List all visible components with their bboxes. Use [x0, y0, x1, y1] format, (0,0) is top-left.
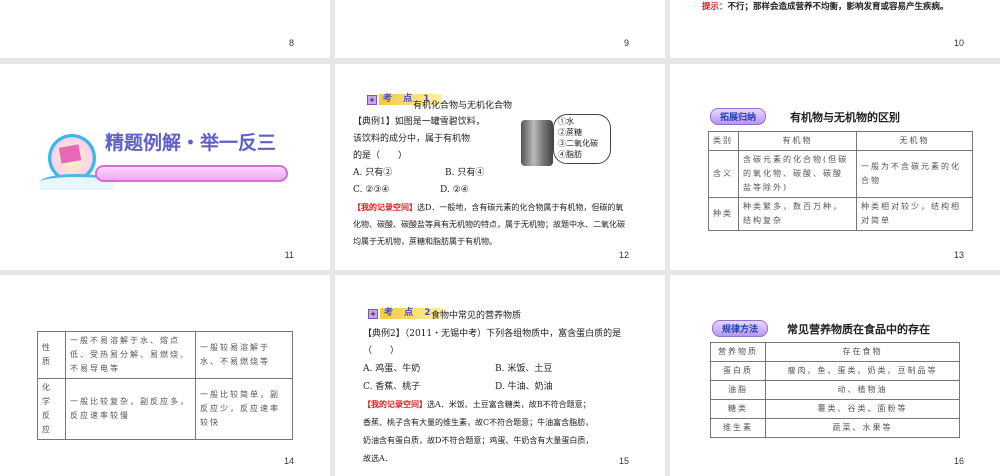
soda-can-image: [521, 120, 553, 166]
answer-label: 【我的记录空间】: [353, 202, 417, 212]
table-header: 营养物质: [710, 342, 766, 362]
option-d: D. ②④: [440, 185, 469, 195]
option-a: A. 鸡蛋、牛奶: [363, 364, 421, 374]
slide-thumbnail-9[interactable]: 9: [335, 0, 665, 58]
bubble-item: ④脂肪: [558, 150, 582, 159]
table-cell: 动、植物油: [765, 380, 960, 400]
option-b: B. 只有④: [445, 168, 485, 178]
question-line: 该饮料的成分中，属于有机物: [353, 134, 471, 144]
method-badge: 规律方法: [712, 320, 769, 337]
table-cell: 一般为不含碳元素的化合物: [856, 150, 973, 198]
book-logo-icon: [40, 134, 114, 192]
table-cell: 种类: [708, 197, 739, 231]
option-a: A. 只有②: [353, 168, 393, 178]
answer-line: 故选A．: [363, 454, 393, 463]
table-cell: 一般比较简单，副反应少，反应速率较快: [195, 378, 293, 440]
table-cell: 含碳元素的化合物(但碳的氧化物、碳酸、碳酸盐等除外): [738, 150, 857, 198]
slide-number: 8: [288, 38, 294, 48]
answer-line: 均属于无机物，蔗糖和脂肪属于有机物。: [353, 237, 497, 246]
table-cell: 糖类: [710, 399, 766, 419]
slide-thumbnail-12[interactable]: + 考 点 1 有机化合物与无机化合物 【典例1】如图是一罐雪碧饮料， 该饮料的成…: [335, 64, 665, 270]
section-title: 精题例解・举一反三: [105, 132, 277, 154]
answer-line: 奶油含有蛋白质，故D不符合题意；鸡蛋、牛奶含有大量蛋白质，: [363, 436, 594, 445]
slide-number: 16: [953, 456, 964, 466]
slide-title: 常见营养物质在食品中的存在: [787, 323, 930, 336]
table-cell: 瘦肉、鱼、蛋类、奶类、豆制品等: [765, 361, 960, 381]
table-cell: 薯类、谷类、面粉等: [765, 399, 960, 419]
table-cell: 一般较易溶解于水、不易燃烧等: [195, 331, 293, 379]
nutrient-table: 营养物质 存在食物 蛋白质 瘦肉、鱼、蛋类、奶类、豆制品等 油脂 动、植物油 糖类 薯类…: [710, 342, 960, 438]
hint-label: 提示：: [702, 2, 728, 12]
table-cell: 含义: [708, 150, 739, 198]
question-line: 【典例2】（2011・无锡中考）下列各组物质中，富含蛋白质的是: [363, 329, 622, 339]
slide-number: 12: [618, 250, 629, 260]
slide-number: 11: [284, 250, 294, 260]
bubble-item: ③二氧化碳: [558, 139, 598, 148]
table-cell: 蛋白质: [710, 361, 766, 381]
slide-thumbnail-14[interactable]: 性质 一般不易溶解于水、熔点低、受热易分解、易燃烧、不易导电等 一般较易溶解于水、不…: [0, 275, 330, 476]
table-header: 有机物: [738, 131, 857, 151]
slide-title: 有机物与无机物的区别: [790, 111, 900, 124]
question-line: 【典例1】如图是一罐雪碧饮料，: [353, 117, 485, 127]
slide-number: 9: [623, 38, 629, 48]
slide-number: 13: [953, 250, 964, 260]
option-c: C. 香蕉、桃子: [363, 382, 421, 392]
slide-thumbnail-10[interactable]: 提示：不行；那样会造成营养不均衡，影响发育或容易产生疾病。 10: [670, 0, 1000, 58]
table-cell: 性质: [37, 331, 66, 379]
slide-thumbnail-8[interactable]: 8: [0, 0, 330, 58]
table-cell: 维生素: [710, 418, 766, 438]
bubble-item: ①水: [558, 117, 574, 126]
answer-text: 选D．一般地，含有碳元素的化合物属于有机物，但碳的氧: [417, 203, 624, 212]
answer-label: 【我的记录空间】: [363, 399, 427, 409]
topic-title: 食物中常见的营养物质: [431, 311, 522, 321]
slide-number: 10: [953, 38, 964, 48]
table-header: 类别: [708, 131, 739, 151]
answer-line: 化物、碳酸、碳酸盐等具有无机物的特点，属于无机物；故题中水、二氧化碳: [353, 220, 625, 229]
topic-title: 有机化合物与无机化合物: [413, 101, 513, 111]
question-line: （ ）: [363, 346, 400, 356]
table-cell: 油脂: [710, 380, 766, 400]
title-bar: [95, 165, 288, 182]
table-cell: 化学反应: [37, 378, 66, 440]
option-d: D. 牛油、奶油: [495, 382, 553, 392]
slide-thumbnail-11[interactable]: 精题例解・举一反三 11: [0, 64, 330, 270]
slide-thumbnail-15[interactable]: + 考 点 2 食物中常见的营养物质 【典例2】（2011・无锡中考）下列各组物质…: [335, 275, 665, 476]
comparison-table-continued: 性质 一般不易溶解于水、熔点低、受热易分解、易燃烧、不易导电等 一般较易溶解于水、不…: [37, 331, 293, 440]
answer-text: 选A．米饭、土豆富含糖类，故B不符合题意；: [427, 400, 591, 409]
table-cell: 蔬菜、水果等: [765, 418, 960, 438]
hint-body: 不行；那样会造成营养不均衡，影响发育或容易产生疾病。: [727, 2, 949, 12]
option-b: B. 米饭、土豆: [495, 364, 553, 374]
table-cell: 一般比较复杂，副反应多，反应速率较慢: [65, 378, 196, 440]
plus-icon: +: [368, 308, 378, 319]
table-cell: 种类繁多，数百万种，结构复杂: [738, 197, 857, 231]
option-c: C. ②③④: [353, 185, 390, 195]
question-line: 的是（ ）: [353, 151, 408, 161]
hint-text: 提示：不行；那样会造成营养不均衡，影响发育或容易产生疾病。: [702, 0, 949, 16]
extension-badge: 拓展归纳: [710, 108, 767, 125]
table-cell: 一般不易溶解于水、熔点低、受热易分解、易燃烧、不易导电等: [65, 331, 196, 379]
answer-line: 【我的记录空间】选A．米饭、土豆富含糖类，故B不符合题意；: [363, 396, 591, 413]
plus-icon: +: [367, 94, 377, 105]
answer-line: 【我的记录空间】选D．一般地，含有碳元素的化合物属于有机物，但碳的氧: [353, 199, 623, 216]
slide-thumbnail-13[interactable]: 拓展归纳 有机物与无机物的区别 类别 有机物 无机物 含义 含碳元素的化合物(但碳的氧…: [670, 64, 1000, 270]
table-cell: 种类相对较少，结构相对简单: [856, 197, 973, 231]
slide-number: 14: [283, 456, 294, 466]
table-header: 存在食物: [765, 342, 960, 362]
slide-number: 15: [618, 456, 629, 466]
table-header: 无机物: [856, 131, 973, 151]
ingredient-bubble: ①水 ②蔗糖 ③二氧化碳 ④脂肪: [553, 114, 611, 164]
comparison-table: 类别 有机物 无机物 含义 含碳元素的化合物(但碳的氧化物、碳酸、碳酸盐等除外) 一般为…: [708, 131, 973, 231]
bubble-item: ②蔗糖: [558, 128, 582, 137]
answer-line: 香蕉、桃子含有大量的维生素，故C不符合题意；牛油富含脂肪，: [363, 418, 594, 427]
slide-thumbnail-16[interactable]: 规律方法 常见营养物质在食品中的存在 营养物质 存在食物 蛋白质 瘦肉、鱼、蛋类、奶…: [670, 275, 1000, 476]
